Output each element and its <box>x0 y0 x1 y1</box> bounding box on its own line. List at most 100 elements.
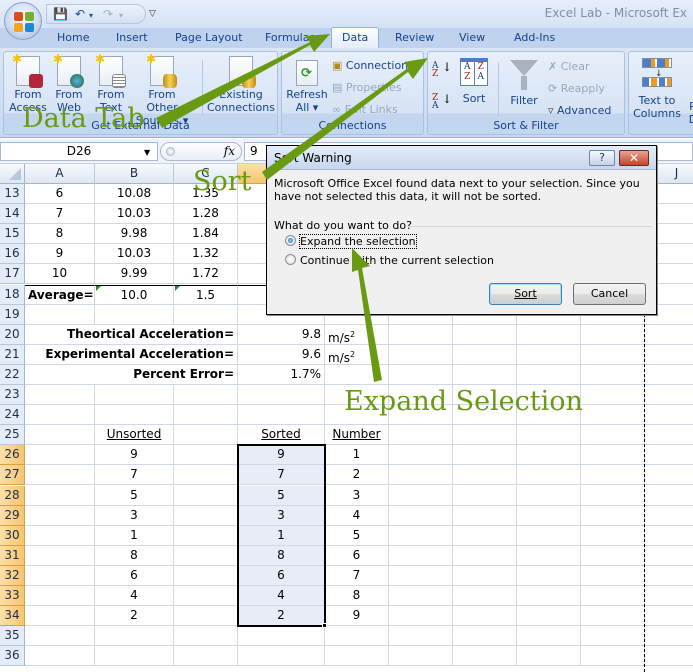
cell[interactable] <box>581 385 645 405</box>
column-header-a[interactable]: A <box>25 164 95 184</box>
cell[interactable] <box>581 325 645 345</box>
cell[interactable] <box>25 486 95 506</box>
sort-button-dialog[interactable]: Sort <box>489 283 562 305</box>
cell[interactable] <box>389 325 453 345</box>
cell[interactable] <box>517 365 581 385</box>
cell-a[interactable]: 8 <box>25 224 95 244</box>
cell[interactable] <box>581 566 645 586</box>
cell-number[interactable]: 6 <box>325 546 389 566</box>
cell-b[interactable]: 9.99 <box>95 264 174 284</box>
cell-value[interactable]: 9.8 <box>238 325 325 345</box>
cell[interactable] <box>389 526 453 546</box>
undo-dropdown-icon[interactable]: ▾ <box>89 11 93 20</box>
cell[interactable] <box>645 325 693 345</box>
cell[interactable] <box>645 365 693 385</box>
cell[interactable] <box>581 365 645 385</box>
cell[interactable] <box>517 325 581 345</box>
cell-sorted[interactable]: 4 <box>238 586 325 606</box>
cell[interactable] <box>453 465 517 485</box>
insert-function-icon[interactable]: fx <box>224 144 235 158</box>
cell-sorted[interactable]: 3 <box>238 506 325 526</box>
cell[interactable] <box>25 305 95 325</box>
undo-icon[interactable]: ↶ <box>75 7 85 21</box>
cell-unsorted[interactable]: 5 <box>95 486 174 506</box>
cell[interactable] <box>645 526 693 546</box>
cell[interactable] <box>389 345 453 365</box>
cell[interactable] <box>645 566 693 586</box>
sort-button[interactable]: AZ ZA Sort <box>456 58 492 105</box>
cell[interactable] <box>645 425 693 445</box>
tab-add-ins[interactable]: Add-Ins <box>514 31 555 44</box>
cell[interactable] <box>581 465 645 485</box>
radio-selected-icon[interactable] <box>285 235 296 246</box>
clear-filter-button[interactable]: ✗ Clear <box>548 60 590 73</box>
save-icon[interactable]: 💾 <box>53 7 68 21</box>
cell-a[interactable]: 9 <box>25 244 95 264</box>
row-header[interactable]: 28 <box>0 486 25 506</box>
cell[interactable] <box>645 445 693 465</box>
cell[interactable] <box>453 506 517 526</box>
cell[interactable] <box>174 566 238 586</box>
cell[interactable] <box>517 546 581 566</box>
row-header[interactable]: 17 <box>0 264 25 284</box>
cell[interactable] <box>389 586 453 606</box>
tab-view[interactable]: View <box>459 31 485 44</box>
filter-button[interactable]: Filter <box>504 58 544 107</box>
cell[interactable] <box>453 606 517 626</box>
tab-home[interactable]: Home <box>57 31 89 44</box>
cell-unsorted[interactable]: 7 <box>95 465 174 485</box>
cell[interactable] <box>174 425 238 445</box>
cell-sorted[interactable]: 5 <box>238 486 325 506</box>
cell-sorted-header[interactable]: Sorted <box>238 425 325 445</box>
column-header-b[interactable]: B <box>95 164 174 184</box>
cell-b[interactable]: 10.03 <box>95 204 174 224</box>
cell[interactable] <box>174 606 238 626</box>
cell-unsorted[interactable]: 4 <box>95 586 174 606</box>
cell-unsorted[interactable]: 8 <box>95 546 174 566</box>
cell-c-average[interactable]: 1.5 <box>174 285 238 305</box>
cell-number[interactable]: 1 <box>325 445 389 465</box>
row-header[interactable]: 16 <box>0 244 25 264</box>
cell[interactable] <box>389 626 453 646</box>
cell-sorted[interactable]: 1 <box>238 526 325 546</box>
cell[interactable] <box>389 425 453 445</box>
cell[interactable] <box>453 566 517 586</box>
row-header[interactable]: 18 <box>0 285 25 305</box>
cell-unit[interactable]: m/s2 <box>325 325 389 345</box>
cell-sorted[interactable]: 2 <box>238 606 325 626</box>
cell[interactable] <box>453 626 517 646</box>
cell-average-label[interactable]: Average= <box>25 285 95 305</box>
redo-dropdown-icon[interactable]: ▾ <box>119 11 123 20</box>
cell-a[interactable]: 6 <box>25 184 95 204</box>
cell[interactable] <box>517 626 581 646</box>
row-header[interactable]: 13 <box>0 184 25 204</box>
cell-unsorted[interactable]: 3 <box>95 506 174 526</box>
cell[interactable] <box>174 385 238 405</box>
cell[interactable] <box>174 546 238 566</box>
cell[interactable] <box>174 445 238 465</box>
cell-a[interactable]: 10 <box>25 264 95 284</box>
office-button[interactable] <box>4 2 42 40</box>
cell[interactable] <box>25 546 95 566</box>
cell[interactable] <box>325 646 389 666</box>
cell[interactable] <box>238 646 325 666</box>
cell[interactable] <box>581 345 645 365</box>
row-header[interactable]: 27 <box>0 465 25 485</box>
cell-sorted[interactable]: 8 <box>238 546 325 566</box>
cell[interactable] <box>389 646 453 666</box>
cell[interactable] <box>581 445 645 465</box>
dialog-title-bar[interactable]: Sort Warning ? ✕ <box>267 146 656 170</box>
row-header[interactable]: 29 <box>0 506 25 526</box>
cell[interactable] <box>645 586 693 606</box>
cell-label[interactable]: Experimental Acceleration= <box>25 345 238 365</box>
tab-page-layout[interactable]: Page Layout <box>175 31 243 44</box>
cell[interactable] <box>645 606 693 626</box>
cell[interactable] <box>581 405 645 425</box>
cell[interactable] <box>25 626 95 646</box>
cell[interactable] <box>325 626 389 646</box>
cell[interactable] <box>517 486 581 506</box>
select-all-button[interactable] <box>0 164 25 184</box>
cell[interactable] <box>174 486 238 506</box>
row-header[interactable]: 15 <box>0 224 25 244</box>
cell-c[interactable]: 1.32 <box>174 244 238 264</box>
